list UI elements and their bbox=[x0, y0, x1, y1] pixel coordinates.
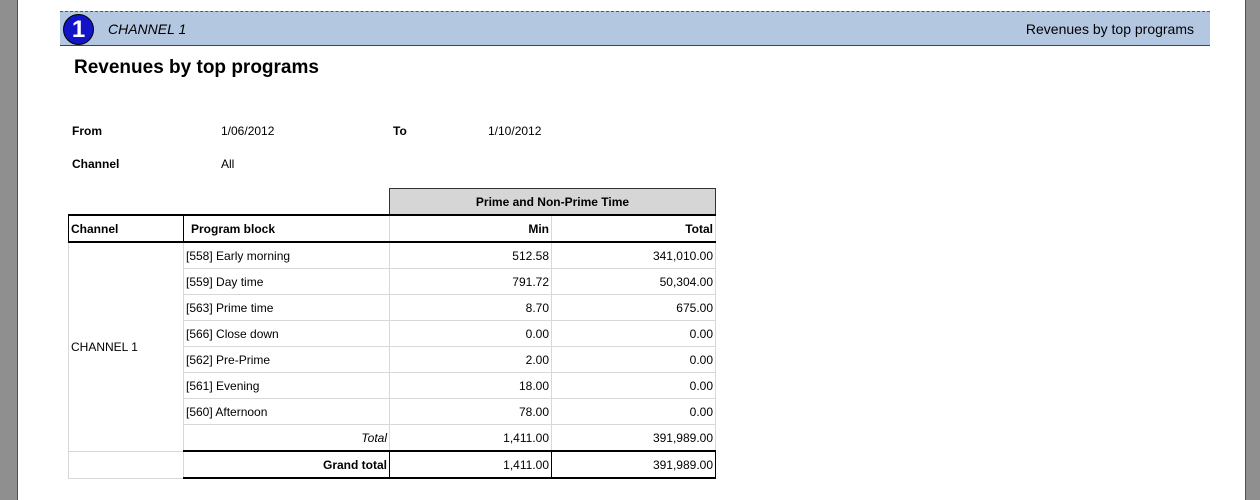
banner-report-name: Revenues by top programs bbox=[1025, 21, 1194, 37]
channel-label: Channel bbox=[72, 157, 120, 171]
program-block-cell: [559] Day time bbox=[183, 268, 390, 295]
column-header-min: Min bbox=[389, 214, 552, 243]
to-value: 1/10/2012 bbox=[488, 124, 542, 138]
from-value: 1/06/2012 bbox=[221, 124, 275, 138]
min-cell: 791.72 bbox=[389, 268, 552, 295]
column-header-program-block: Program block bbox=[183, 214, 390, 243]
subtotal-min: 1,411.00 bbox=[389, 424, 552, 452]
page-banner: 1 CHANNEL 1 Revenues by top programs bbox=[60, 11, 1210, 46]
banner-channel-name: CHANNEL 1 bbox=[108, 21, 187, 37]
total-cell: 0.00 bbox=[551, 320, 716, 347]
total-cell: 0.00 bbox=[551, 372, 716, 399]
total-cell: 0.00 bbox=[551, 346, 716, 373]
revenue-table: Prime and Non-Prime Time Channel Program… bbox=[68, 188, 716, 479]
grand-total-min: 1,411.00 bbox=[389, 450, 552, 479]
group-header-row: Prime and Non-Prime Time bbox=[69, 188, 716, 216]
report-title: Revenues by top programs bbox=[74, 57, 319, 78]
grand-total-label: Grand total bbox=[183, 450, 390, 479]
total-cell: 0.00 bbox=[551, 398, 716, 425]
channel-name-cell: CHANNEL 1 bbox=[68, 241, 184, 452]
total-cell: 50,304.00 bbox=[551, 268, 716, 295]
to-label: To bbox=[393, 124, 407, 138]
subtotal-total: 391,989.00 bbox=[551, 424, 716, 452]
min-cell: 2.00 bbox=[389, 346, 552, 373]
program-block-cell: [560] Afternoon bbox=[183, 398, 390, 425]
min-cell: 8.70 bbox=[389, 294, 552, 321]
min-cell: 78.00 bbox=[389, 398, 552, 425]
total-cell: 341,010.00 bbox=[551, 241, 716, 269]
report-page: 1 CHANNEL 1 Revenues by top programs Rev… bbox=[17, 0, 1246, 500]
grand-total-row: Grand total 1,411.00 391,989.00 bbox=[68, 450, 716, 479]
column-header-total: Total bbox=[551, 214, 716, 243]
total-cell: 675.00 bbox=[551, 294, 716, 321]
min-cell: 0.00 bbox=[389, 320, 552, 347]
program-block-cell: [563] Prime time bbox=[183, 294, 390, 321]
table-row: CHANNEL 1 [558] Early morning 512.58 341… bbox=[68, 241, 716, 452]
min-cell: 18.00 bbox=[389, 372, 552, 399]
from-label: From bbox=[72, 124, 102, 138]
column-header-channel: Channel bbox=[68, 214, 184, 243]
subtotal-label: Total bbox=[183, 424, 390, 452]
grand-total-total: 391,989.00 bbox=[551, 450, 716, 479]
program-block-cell: [566] Close down bbox=[183, 320, 390, 347]
group-header: Prime and Non-Prime Time bbox=[389, 188, 716, 216]
column-header-row: Channel Program block Min Total bbox=[68, 214, 716, 243]
program-block-cell: [561] Evening bbox=[183, 372, 390, 399]
program-block-cell: [562] Pre-Prime bbox=[183, 346, 390, 373]
channel-value: All bbox=[221, 157, 235, 171]
min-cell: 512.58 bbox=[389, 241, 552, 269]
program-block-cell: [558] Early morning bbox=[183, 241, 390, 269]
page-number-badge: 1 bbox=[63, 14, 94, 45]
